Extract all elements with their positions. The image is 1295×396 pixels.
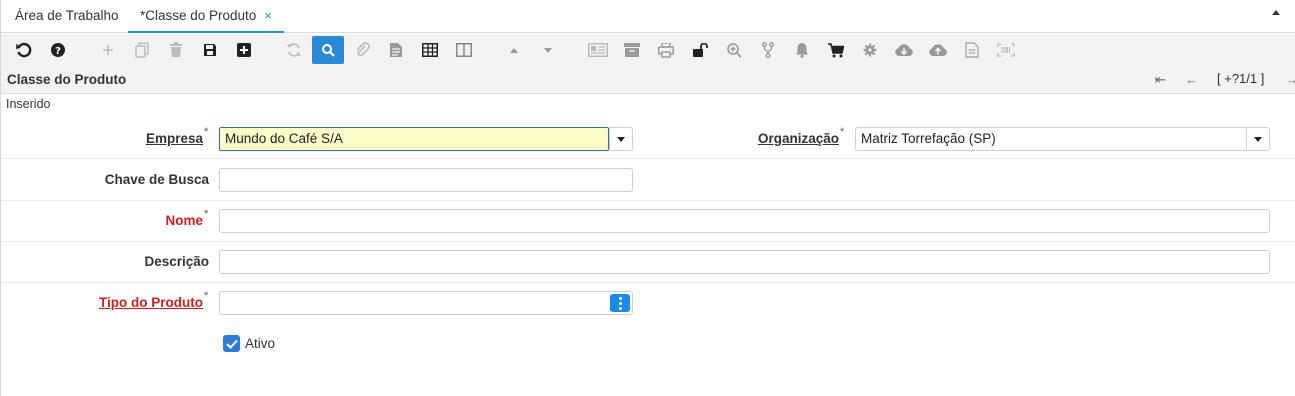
cart-icon[interactable]	[820, 36, 852, 64]
status-text: Inserido	[6, 97, 51, 111]
empresa-label[interactable]: Empresa	[101, 131, 203, 146]
save-icon[interactable]	[194, 36, 226, 64]
more-options-icon[interactable]	[610, 294, 630, 312]
workflow-icon[interactable]	[752, 36, 784, 64]
download-icon[interactable]	[888, 36, 920, 64]
document-icon[interactable]	[956, 36, 988, 64]
required-mark: *	[204, 126, 209, 138]
organizacao-field[interactable]: Matriz Torrefação (SP)	[855, 127, 1247, 151]
descricao-field[interactable]	[219, 250, 1270, 274]
prev-record-icon[interactable]: ←	[1185, 72, 1198, 87]
empresa-field[interactable]: Mundo do Café S/A	[219, 127, 609, 151]
report-icon[interactable]	[582, 36, 614, 64]
refresh-icon[interactable]	[278, 36, 310, 64]
tab-workspace[interactable]: Área de Trabalho	[15, 0, 119, 32]
nome-label: Nome	[165, 213, 203, 228]
window-title-bar: Classe do Produto ⇤ ← [ +?1/1 ] →	[1, 66, 1295, 94]
empresa-dropdown-button[interactable]	[609, 127, 633, 151]
chave-de-busca-label: Chave de Busca	[104, 172, 209, 187]
tipo-do-produto-field[interactable]	[219, 291, 633, 315]
organizacao-dropdown-button[interactable]	[1246, 127, 1270, 151]
barcode-icon[interactable]	[990, 36, 1022, 64]
check-icon	[225, 339, 238, 349]
required-mark: *	[204, 290, 209, 302]
find-icon[interactable]	[312, 36, 344, 64]
row-divider	[1, 241, 1295, 242]
record-count: [ +?1/1 ]	[1217, 71, 1265, 86]
descricao-label: Descrição	[144, 254, 209, 269]
required-mark: *	[840, 126, 845, 138]
lock-icon[interactable]	[684, 36, 716, 64]
attachment-icon[interactable]	[346, 36, 378, 64]
window-title: Classe do Produto	[7, 72, 127, 87]
help-icon[interactable]: ?	[42, 36, 74, 64]
row-divider	[1, 158, 1295, 159]
upload-icon[interactable]	[922, 36, 954, 64]
row-divider	[1, 200, 1295, 201]
window-root: Área de Trabalho *Classe do Produto× ?	[0, 0, 1295, 396]
required-mark: *	[204, 208, 209, 220]
archive-icon[interactable]	[616, 36, 648, 64]
ativo-label[interactable]: Ativo	[245, 336, 275, 351]
split-view-icon[interactable]	[448, 36, 480, 64]
collapse-icon[interactable]	[1272, 10, 1280, 15]
row-divider	[1, 282, 1295, 283]
chevron-down-icon	[1254, 136, 1262, 142]
tipo-do-produto-label[interactable]: Tipo do Produto	[61, 295, 203, 310]
notification-icon[interactable]	[786, 36, 818, 64]
grid-toggle-icon[interactable]	[414, 36, 446, 64]
previous-record-icon[interactable]	[498, 36, 530, 64]
chave-de-busca-field[interactable]	[219, 168, 633, 192]
toolbar: ?	[1, 34, 1295, 66]
chevron-down-icon	[617, 136, 625, 142]
close-icon[interactable]: ×	[264, 8, 272, 23]
next-record-icon[interactable]	[532, 36, 564, 64]
print-icon[interactable]	[650, 36, 682, 64]
nome-field[interactable]	[219, 209, 1270, 233]
chat-icon[interactable]	[380, 36, 412, 64]
next-record-icon[interactable]: →	[1286, 72, 1295, 87]
copy-icon[interactable]	[126, 36, 158, 64]
first-record-icon[interactable]: ⇤	[1155, 72, 1166, 88]
undo-icon[interactable]	[8, 36, 40, 64]
tab-classe-do-produto[interactable]: *Classe do Produto ×	[128, 0, 284, 33]
save-new-icon[interactable]	[228, 36, 260, 64]
tab-bar: Área de Trabalho *Classe do Produto ×	[1, 0, 1295, 33]
new-icon[interactable]	[92, 36, 124, 64]
process-icon[interactable]	[854, 36, 886, 64]
delete-icon[interactable]	[160, 36, 192, 64]
svg-text:?: ?	[55, 46, 61, 57]
zoom-across-icon[interactable]	[718, 36, 750, 64]
ativo-checkbox[interactable]	[223, 335, 240, 352]
tab-label: *Classe do Produto	[140, 8, 257, 23]
organizacao-label[interactable]: Organização	[731, 131, 839, 146]
